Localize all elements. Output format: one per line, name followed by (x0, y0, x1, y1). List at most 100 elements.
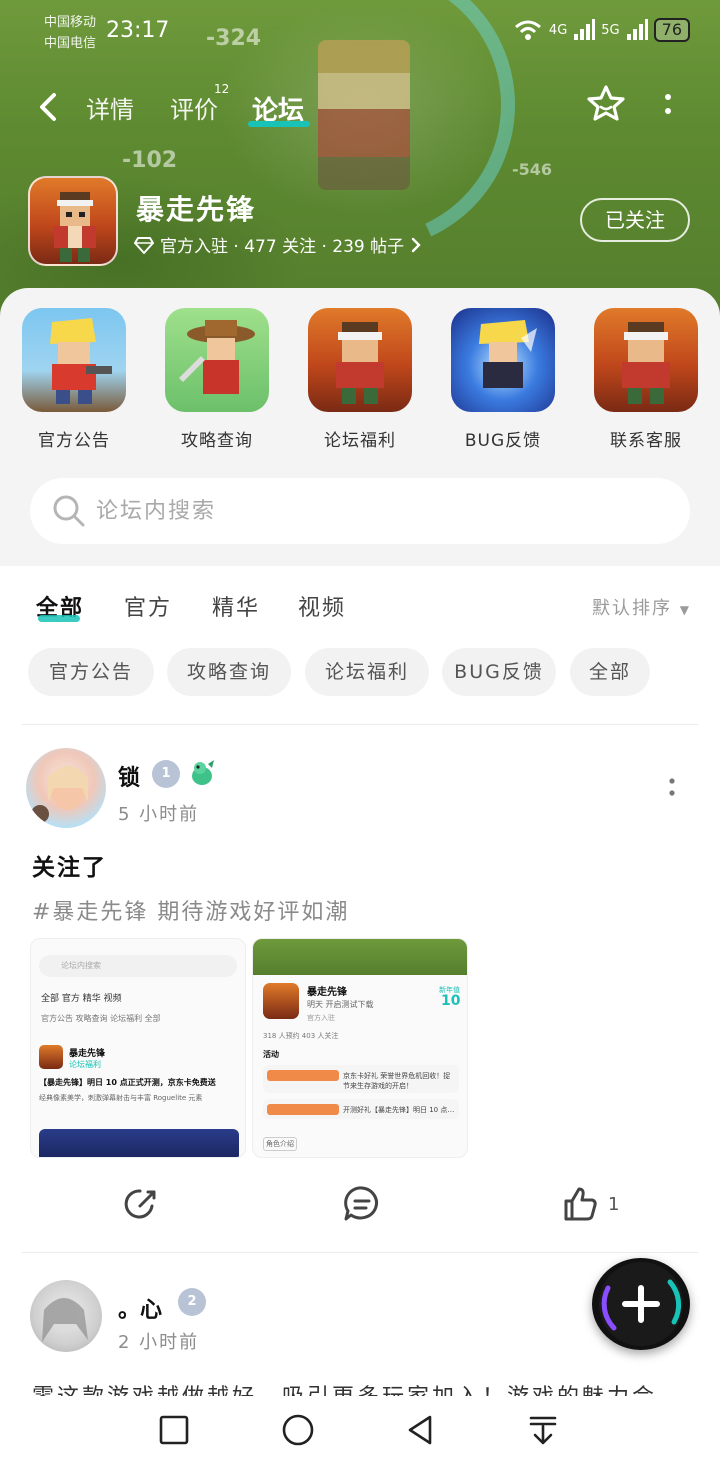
thumb-game-icon (39, 1045, 63, 1069)
entry-label: 官方公告 (38, 431, 110, 451)
caret-down-icon: ▼ (679, 603, 691, 617)
user-level-badge: 1 (152, 760, 180, 788)
plus-icon (601, 1279, 682, 1331)
post-image[interactable]: 暴走先锋 明天 开启测试下载 官方入驻 新年值 10 318 人预约 403 人… (252, 938, 468, 1158)
entry-label: 论坛福利 (324, 431, 396, 451)
game-stats[interactable]: 官方入驻 · 477 关注 · 239 帖子 (134, 232, 422, 257)
entry-bug-report[interactable]: BUG反馈 (443, 308, 563, 451)
entry-announcement[interactable]: 官方公告 (14, 308, 134, 451)
avatar[interactable] (30, 1280, 102, 1352)
system-navigation-bar (0, 1396, 720, 1469)
like-count: 1 (608, 1193, 620, 1215)
thumb-search-text: 论坛内搜索 (61, 961, 101, 970)
chip-all[interactable]: 全部 (570, 648, 650, 696)
wifi-icon (514, 20, 541, 40)
square-icon (159, 1415, 189, 1445)
chevron-right-icon (411, 237, 421, 252)
chip-announcement[interactable]: 官方公告 (28, 648, 154, 696)
pull-down-icon (529, 1416, 557, 1445)
thumb-activity: 活动 (263, 1050, 279, 1059)
tab-reviews[interactable]: 评价 (170, 90, 218, 125)
entry-welfare[interactable]: 论坛福利 (300, 308, 420, 451)
search-icon (53, 495, 85, 527)
back-button[interactable] (34, 90, 64, 124)
thumb-event-tag (267, 1104, 339, 1115)
thumb-event-2: 开测好礼【暴走先锋】明日 10 点… (343, 1106, 455, 1114)
thumbs-up-icon (564, 1187, 597, 1221)
entry-label: 联系客服 (610, 431, 682, 451)
forum-shortcut-panel: 官方公告 攻略查询 论坛福利 BUG反馈 联系客服 论坛内搜索 (0, 288, 720, 566)
chip-guide[interactable]: 攻略查询 (167, 648, 291, 696)
carrier-2: 中国电信 (44, 36, 97, 51)
chip-welfare[interactable]: 论坛福利 (305, 648, 429, 696)
announcement-icon (22, 308, 126, 412)
divider (22, 1252, 698, 1253)
tab-details[interactable]: 详情 (86, 90, 134, 125)
comment-icon (344, 1186, 378, 1221)
filter-tab-indicator (38, 615, 80, 622)
share-button[interactable] (120, 1184, 160, 1224)
game-meta-text: 官方入驻 · 477 关注 · 239 帖子 (160, 237, 405, 257)
guide-icon (165, 308, 269, 412)
game-info: 暴走先锋 官方入驻 · 477 关注 · 239 帖子 已关注 (28, 176, 700, 268)
post-images: 论坛内搜索 全部 官方 精华 视频 官方公告 攻略查询 论坛福利 全部 暴走先锋… (30, 938, 470, 1158)
diamond-icon (134, 236, 154, 254)
carrier-1: 中国移动 (44, 15, 97, 30)
avatar[interactable] (26, 748, 106, 828)
thumb-official: 官方入驻 (307, 1014, 335, 1022)
service-icon (594, 308, 698, 412)
search-input[interactable] (96, 488, 656, 534)
more-options-button[interactable] (660, 90, 676, 120)
sort-label: 默认排序 (592, 598, 672, 619)
home-button[interactable] (280, 1412, 316, 1448)
recent-apps-button[interactable] (156, 1412, 192, 1448)
filter-tab-featured[interactable]: 精华 (212, 590, 260, 622)
follow-button[interactable]: 已关注 (580, 198, 690, 242)
filter-tab-video[interactable]: 视频 (298, 590, 346, 622)
post-time: 2 小时前 (118, 1332, 200, 1353)
post-image[interactable]: 论坛内搜索 全部 官方 精华 视频 官方公告 攻略查询 论坛福利 全部 暴走先锋… (30, 938, 246, 1158)
comment-button[interactable] (342, 1184, 382, 1224)
status-icons: 4G 5G 76 (513, 18, 690, 42)
filter-tabs: 全部 官方 精华 视频 默认排序 ▼ (0, 586, 720, 630)
sort-dropdown[interactable]: 默认排序 ▼ (592, 594, 691, 620)
thumb-headline: 【暴走先锋】明日 10 点正式开测，京东卡免费送 (39, 1078, 216, 1087)
post-more-button[interactable] (665, 776, 679, 800)
thumb-event-1: 京东卡好礼 荣誉世界危机回收！捉节来生存游戏的开启！ (343, 1072, 451, 1090)
thumb-score: 10 (441, 993, 461, 1009)
favorite-button[interactable] (585, 83, 627, 125)
tab-active-indicator (248, 121, 310, 127)
post-body[interactable]: 零这款游戏越做越好，吸引更多玩家加入！游戏的魅力会 (32, 1378, 692, 1396)
username[interactable]: 锁 (118, 760, 140, 792)
more-vertical-icon (669, 778, 675, 796)
thumb-game-name: 暴走先锋 (307, 987, 347, 998)
username[interactable]: 。心 (118, 1292, 162, 1324)
compose-post-button[interactable] (592, 1258, 690, 1350)
post-time: 5 小时前 (118, 804, 200, 825)
filter-tab-official[interactable]: 官方 (124, 590, 172, 622)
thumb-tabs-text: 全部 官方 精华 视频 (41, 994, 122, 1004)
like-button[interactable]: 1 (560, 1184, 619, 1224)
post-hashtag[interactable]: #暴走先锋 期待游戏好评如潮 (32, 894, 349, 926)
more-vertical-icon (665, 94, 671, 114)
game-icon[interactable] (28, 176, 118, 266)
banner-art-decoration: -102 (122, 148, 178, 173)
chip-bug-report[interactable]: BUG反馈 (442, 648, 556, 696)
dragon-badge-icon (192, 760, 214, 785)
entry-customer-service[interactable]: 联系客服 (586, 308, 706, 451)
post-actions: 1 (0, 1180, 720, 1230)
notification-pull-button[interactable] (525, 1412, 561, 1448)
system-back-button[interactable] (402, 1412, 438, 1448)
post-title[interactable]: 关注了 (32, 848, 107, 882)
user-level-badge: 2 (178, 1288, 206, 1316)
thumb-game-icon (263, 983, 299, 1019)
battery-indicator: 76 (653, 18, 690, 42)
game-title: 暴走先锋 (136, 193, 257, 226)
entry-guide[interactable]: 攻略查询 (157, 308, 277, 451)
forum-search-bar[interactable] (30, 478, 690, 544)
bug-icon (451, 308, 555, 412)
signal-bars-icon (574, 19, 596, 40)
star-face-icon (587, 85, 625, 121)
status-bar: 中国移动 中国电信 23:17 4G 5G 76 (0, 0, 720, 56)
thumb-banner-art (39, 1129, 239, 1157)
